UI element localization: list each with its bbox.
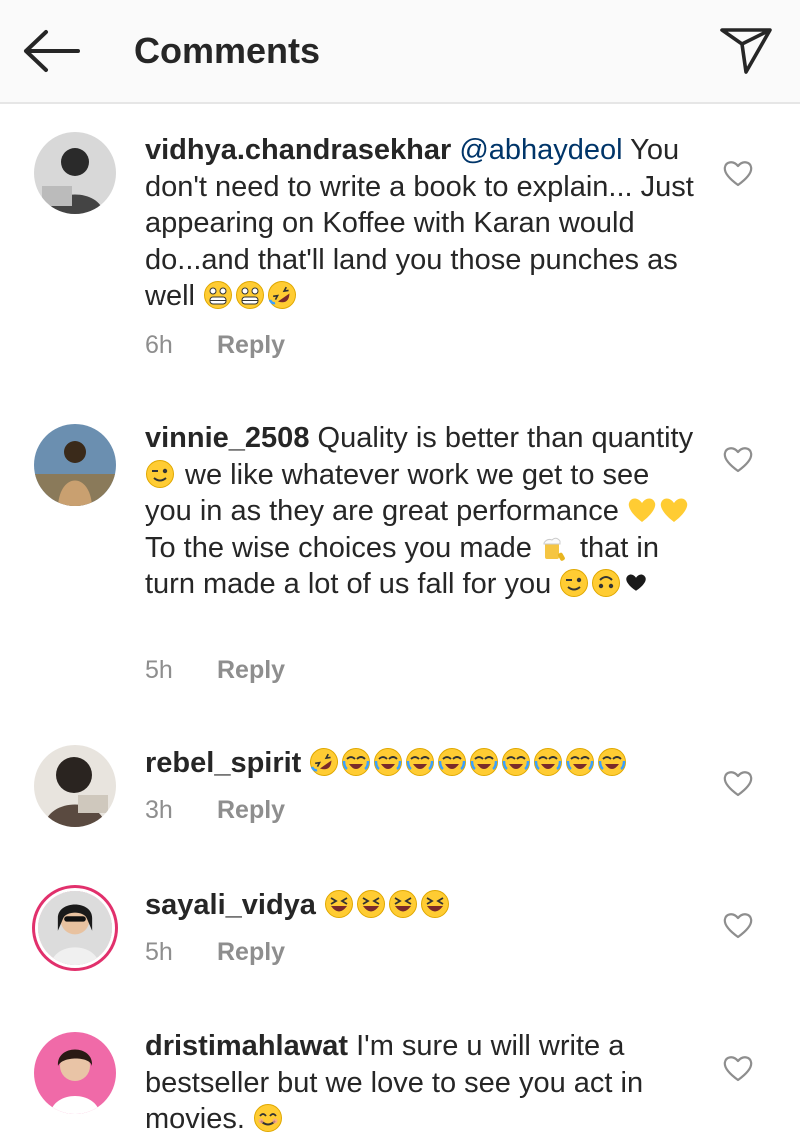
joy-emoji <box>469 747 499 777</box>
comment-text: dristimahlawat I'm sure u will write a b… <box>145 1030 644 1135</box>
joy-emoji <box>437 747 467 777</box>
joy-emoji <box>341 747 371 777</box>
reply-button[interactable]: Reply <box>217 331 285 359</box>
beer-mug-emoji <box>540 532 570 562</box>
comment-time: 3h <box>145 796 173 824</box>
yellow-heart-emoji <box>659 495 689 525</box>
comment-text: rebel_spirit <box>145 745 700 782</box>
joy-emoji <box>373 747 403 777</box>
mention-link[interactable]: @abhaydeol <box>459 134 622 166</box>
comment-username[interactable]: sayali_vidya <box>145 889 316 921</box>
laughing-emoji <box>388 889 418 919</box>
comment-text: vinnie_2508 Quality is better than quant… <box>145 422 694 600</box>
comment-meta: 3h Reply <box>145 795 285 825</box>
comment-meta: 5h Reply <box>145 655 285 685</box>
send-icon <box>720 28 772 74</box>
comment-username[interactable]: vinnie_2508 <box>145 422 309 454</box>
comment-meta: 5h Reply <box>145 937 285 967</box>
upside-down-emoji <box>591 568 621 598</box>
comment-username[interactable]: vidhya.chandrasekhar <box>145 134 451 166</box>
avatar[interactable] <box>34 1032 116 1114</box>
comment-username[interactable]: dristimahlawat <box>145 1030 348 1062</box>
avatar[interactable] <box>34 424 116 506</box>
laughing-emoji <box>356 889 386 919</box>
wink-emoji <box>145 459 175 489</box>
wink-emoji <box>559 568 589 598</box>
yellow-heart-emoji <box>627 495 657 525</box>
laughing-emoji <box>420 889 450 919</box>
black-heart-emoji <box>623 568 649 598</box>
comment-text: vidhya.chandrasekhar @abhaydeol You don'… <box>145 134 694 312</box>
grimacing-emoji <box>235 280 265 310</box>
heart-icon[interactable] <box>723 1054 753 1082</box>
grimacing-emoji <box>203 280 233 310</box>
top-bar: Comments <box>0 0 800 104</box>
reply-button[interactable]: Reply <box>217 938 285 966</box>
heart-icon[interactable] <box>723 159 753 187</box>
back-arrow-icon <box>24 30 80 72</box>
joy-emoji <box>597 747 627 777</box>
joy-emoji <box>565 747 595 777</box>
heart-icon[interactable] <box>723 911 753 939</box>
avatar[interactable] <box>34 745 116 827</box>
heart-icon[interactable] <box>723 445 753 473</box>
page-title: Comments <box>134 30 321 71</box>
comment-time: 5h <box>145 656 173 684</box>
reply-button[interactable]: Reply <box>217 796 285 824</box>
laughing-emoji <box>324 889 354 919</box>
avatar[interactable] <box>34 132 116 214</box>
rofl-emoji <box>309 747 339 777</box>
joy-emoji <box>501 747 531 777</box>
comment-time: 5h <box>145 938 173 966</box>
comment-text: sayali_vidya <box>145 887 700 924</box>
avatar[interactable] <box>38 891 112 965</box>
reply-button[interactable]: Reply <box>217 656 285 684</box>
smile-emoji <box>253 1103 283 1133</box>
comment-time: 6h <box>145 331 173 359</box>
joy-emoji <box>405 747 435 777</box>
rofl-emoji <box>267 280 297 310</box>
comment-username[interactable]: rebel_spirit <box>145 747 301 779</box>
comment-meta: 6h Reply <box>145 330 285 360</box>
heart-icon[interactable] <box>723 769 753 797</box>
share-button[interactable] <box>716 22 776 78</box>
joy-emoji <box>533 747 563 777</box>
back-button[interactable] <box>22 28 82 74</box>
